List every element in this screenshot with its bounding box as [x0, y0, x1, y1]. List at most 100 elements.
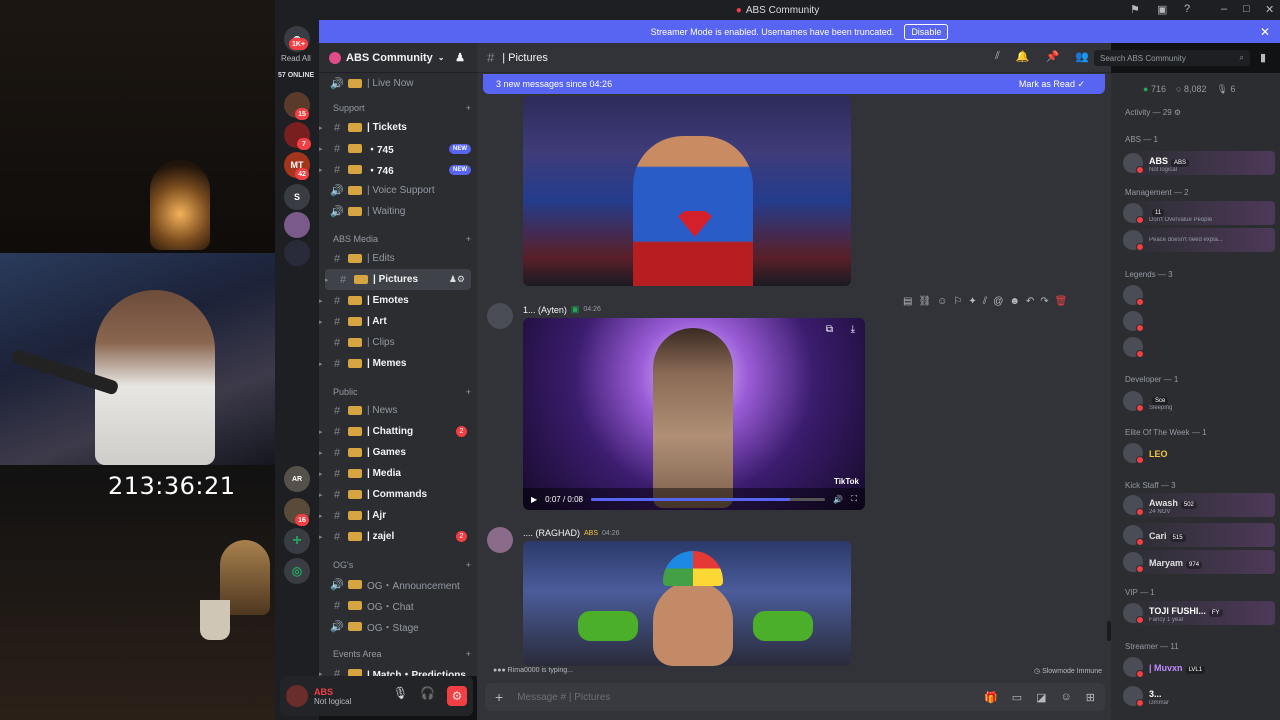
- read-all-button[interactable]: Read All: [281, 54, 311, 63]
- member-item[interactable]: Awash 502 24 NOV: [1123, 493, 1275, 517]
- member-item[interactable]: [1123, 283, 1275, 307]
- server-header[interactable]: ABS Community ⌄ ♟: [319, 43, 477, 73]
- add-channel-icon[interactable]: +: [466, 103, 471, 113]
- add-server-icon[interactable]: +: [284, 528, 310, 554]
- channel-settings-icon[interactable]: ♟⚙: [449, 274, 465, 285]
- channel-category[interactable]: OG's +: [333, 560, 471, 570]
- member-item[interactable]: ABS ABS Not logical: [1123, 151, 1275, 175]
- activity-header[interactable]: Activity — 29 ⚙: [1125, 108, 1181, 117]
- channel-item[interactable]: ▸ # ・746 NEW: [319, 159, 477, 180]
- avatar[interactable]: [487, 527, 513, 553]
- new-messages-bar[interactable]: 3 new messages since 04:26 Mark as Read …: [483, 74, 1105, 94]
- sticker-icon[interactable]: ◪: [1036, 691, 1046, 704]
- channel-item[interactable]: ▸ # | Ajr: [319, 505, 477, 526]
- mark-as-read-button[interactable]: Mark as Read ✓: [1019, 79, 1085, 90]
- help-icon[interactable]: ?: [1184, 3, 1190, 15]
- app-icon[interactable]: ▤: [903, 296, 912, 307]
- member-item[interactable]: | Muvxn LVL1: [1123, 655, 1275, 679]
- channel-item[interactable]: ▸ # | zajel 2: [319, 526, 477, 547]
- mention-icon[interactable]: @: [993, 296, 1003, 307]
- channel-item[interactable]: ▸ # | Pictures ♟⚙: [325, 269, 471, 290]
- thread-icon[interactable]: ⫽: [983, 296, 987, 307]
- channel-item[interactable]: 🔊 | Waiting: [319, 201, 477, 222]
- member-item[interactable]: TOJI FUSHI... FY Fancy 1 year: [1123, 601, 1275, 625]
- add-channel-icon[interactable]: +: [466, 387, 471, 397]
- volume-icon[interactable]: 🔊: [833, 495, 843, 504]
- disable-streamer-mode-button[interactable]: Disable: [904, 23, 949, 40]
- minimize-icon[interactable]: –: [1221, 3, 1227, 15]
- message-composer[interactable]: + Message # | Pictures 🎁 ▭ ◪ ☺ ⊞: [485, 683, 1105, 711]
- play-icon[interactable]: ▶: [531, 495, 537, 504]
- member-item[interactable]: [1123, 335, 1275, 359]
- pin-message-icon[interactable]: ✦: [968, 296, 976, 307]
- superman-image[interactable]: [523, 96, 851, 286]
- emoji-picker-icon[interactable]: ☺: [1061, 691, 1072, 704]
- channel-item[interactable]: ▸ # | Art: [319, 311, 477, 332]
- member-item[interactable]: LEO: [1123, 441, 1275, 465]
- author-name[interactable]: 1... (Ayten): [523, 305, 567, 315]
- members-icon[interactable]: 👥: [1075, 50, 1089, 63]
- reply-icon[interactable]: ↶: [1026, 296, 1034, 307]
- gift-icon[interactable]: 🎁: [984, 691, 998, 704]
- popout-icon[interactable]: ⧉: [826, 324, 833, 335]
- channel-item[interactable]: # | News: [319, 400, 477, 421]
- attach-plus-icon[interactable]: +: [495, 689, 503, 705]
- emoji-icon[interactable]: ☻: [1009, 296, 1020, 307]
- server-icon-5[interactable]: [284, 212, 310, 238]
- member-item[interactable]: Maryam 974: [1123, 550, 1275, 574]
- avatar[interactable]: [487, 303, 513, 329]
- channel-item[interactable]: ▸ # | Emotes: [319, 290, 477, 311]
- bookmark-icon[interactable]: ⚐: [953, 296, 962, 307]
- cat-video[interactable]: ⧉ ⤓ TikTok ▶ 0:07 / 0:08 🔊 ⛶: [523, 318, 865, 510]
- channel-category[interactable]: Public +: [333, 387, 471, 397]
- server-icon-7[interactable]: AR: [284, 466, 310, 492]
- member-item[interactable]: Sce Sleeping: [1123, 389, 1275, 413]
- channel-category[interactable]: ABS Media +: [333, 234, 471, 244]
- apps-icon[interactable]: ⊞: [1086, 691, 1095, 704]
- channel-item[interactable]: # | Clips: [319, 332, 477, 353]
- inbox-icon[interactable]: ⚑: [1130, 3, 1140, 16]
- pin-icon[interactable]: 📌: [1046, 50, 1060, 63]
- avatar[interactable]: [286, 685, 308, 707]
- close-window-icon[interactable]: ✕: [1265, 3, 1274, 16]
- propeller-hat-image[interactable]: [523, 541, 851, 666]
- channel-item[interactable]: # | Edits: [319, 248, 477, 269]
- headphones-icon[interactable]: 🎧: [420, 686, 435, 706]
- microphone-icon[interactable]: 🎙: [393, 686, 408, 706]
- channel-category[interactable]: Support +: [333, 103, 471, 113]
- forward-icon[interactable]: ↷: [1040, 296, 1048, 307]
- maximize-icon[interactable]: □: [1243, 3, 1250, 15]
- screen-share-icon[interactable]: ▣: [1157, 3, 1167, 16]
- close-banner-icon[interactable]: ✕: [1260, 25, 1270, 39]
- channel-item[interactable]: ▸ # | Memes: [319, 353, 477, 374]
- explore-icon[interactable]: ◎: [284, 558, 310, 584]
- server-icon-6[interactable]: [284, 240, 310, 266]
- member-item[interactable]: [1123, 309, 1275, 333]
- member-item[interactable]: 3... i3mmar: [1123, 684, 1275, 708]
- channel-item[interactable]: 🔊 | Voice Support: [319, 180, 477, 201]
- member-item[interactable]: Cari 515: [1123, 523, 1275, 547]
- member-item[interactable]: 11 Don't Overvalue People: [1123, 201, 1275, 225]
- server-icon-4[interactable]: S: [284, 184, 310, 210]
- channel-item[interactable]: ▸ # | Media: [319, 463, 477, 484]
- gear-icon[interactable]: ⚙: [447, 686, 467, 706]
- add-channel-icon[interactable]: +: [466, 234, 471, 244]
- channel-item[interactable]: ▸ # ・745 NEW: [319, 138, 477, 159]
- bell-icon[interactable]: 🔔: [1016, 50, 1030, 63]
- channel-item[interactable]: # OG・Chat: [319, 595, 477, 616]
- author-name[interactable]: .... (RAGHAD): [523, 528, 580, 538]
- channel-category[interactable]: Events Area +: [333, 649, 471, 659]
- channel-item[interactable]: 🔊 OG・Stage: [319, 616, 477, 637]
- add-channel-icon[interactable]: +: [466, 560, 471, 570]
- channel-item[interactable]: 🔊 OG・Announcement: [319, 574, 477, 595]
- add-channel-icon[interactable]: +: [466, 649, 471, 659]
- gif-icon[interactable]: ▭: [1012, 691, 1022, 704]
- channel-item[interactable]: ▸ # | Match・Predictions: [319, 663, 477, 676]
- channel-item[interactable]: ▸ # | Chatting 2: [319, 421, 477, 442]
- channel-item[interactable]: 🔊 | Live Now: [319, 73, 477, 94]
- add-member-icon[interactable]: ♟: [455, 51, 465, 64]
- channel-item[interactable]: ▸ # | Commands: [319, 484, 477, 505]
- delete-icon[interactable]: 🗑: [1055, 296, 1068, 307]
- download-icon[interactable]: ⤓: [851, 324, 855, 335]
- inbox-header-icon[interactable]: ▮: [1260, 51, 1266, 64]
